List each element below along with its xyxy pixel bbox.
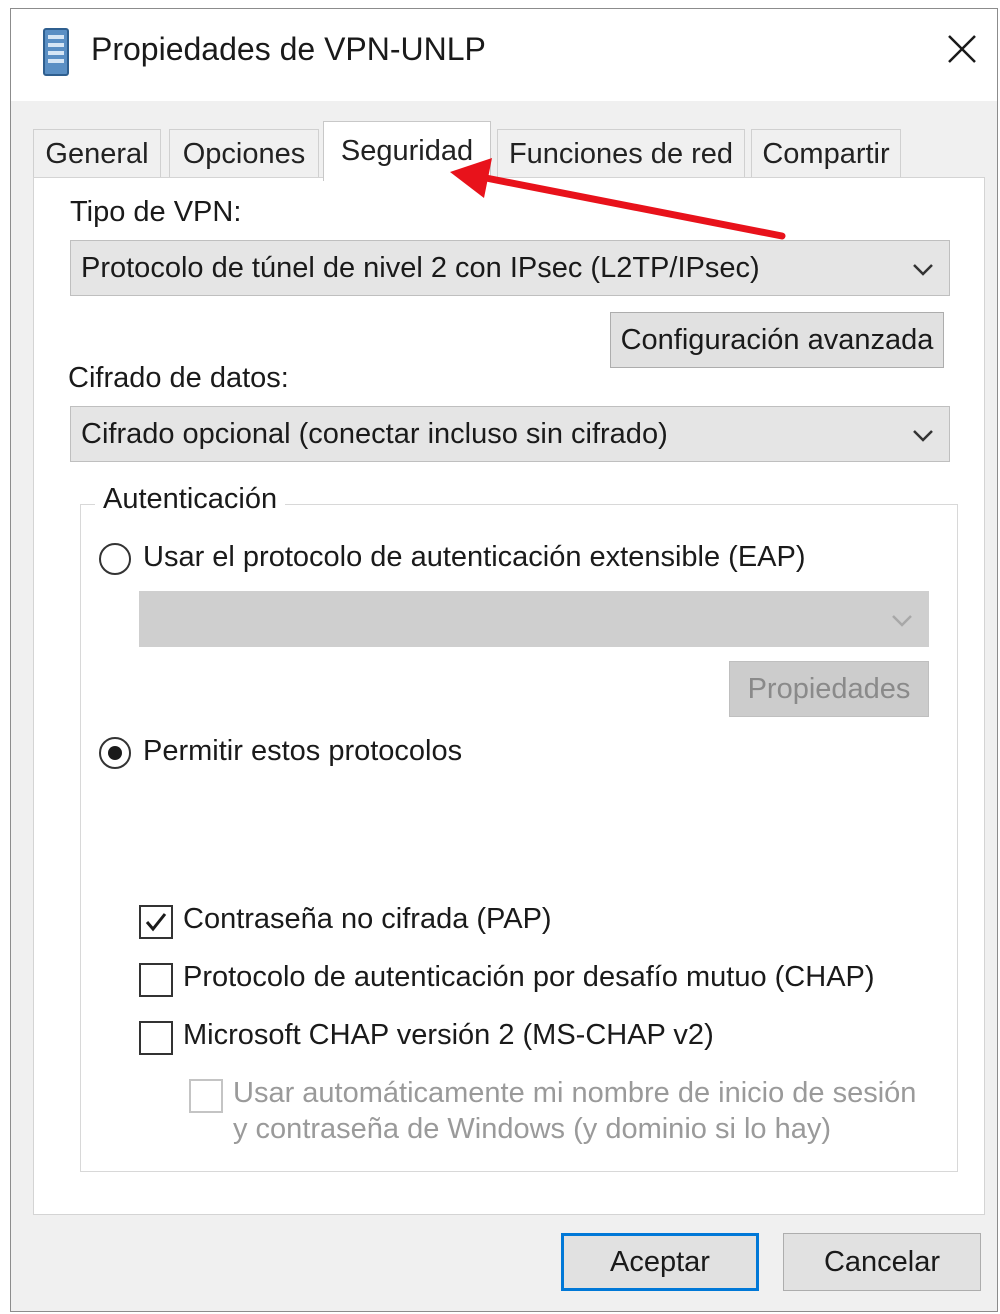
close-button[interactable]	[927, 9, 997, 89]
advanced-settings-button[interactable]: Configuración avanzada	[610, 312, 944, 368]
eap-method-select	[139, 591, 929, 647]
tab-opciones[interactable]: Opciones	[169, 129, 319, 179]
eap-radio[interactable]	[99, 543, 131, 575]
tab-general[interactable]: General	[33, 129, 161, 179]
allow-protocols-label: Permitir estos protocolos	[143, 735, 463, 767]
eap-radio-label: Usar el protocolo de autenticación exten…	[143, 541, 806, 573]
tab-seguridad[interactable]: Seguridad	[323, 121, 491, 181]
vpn-type-select[interactable]: Protocolo de túnel de nivel 2 con IPsec …	[70, 240, 950, 296]
windows-logon-checkbox	[189, 1079, 223, 1113]
security-tab-panel: Tipo de VPN: Protocolo de túnel de nivel…	[33, 177, 985, 1215]
close-icon	[948, 35, 976, 63]
chevron-down-icon	[892, 615, 912, 627]
ok-button[interactable]: Aceptar	[561, 1233, 759, 1291]
allow-protocols-radio[interactable]	[99, 737, 131, 769]
tab-funciones-de-red[interactable]: Funciones de red	[497, 129, 745, 179]
mschap-v2-checkbox[interactable]	[139, 1021, 173, 1055]
radio-selected-dot	[108, 746, 122, 760]
chap-checkbox[interactable]	[139, 963, 173, 997]
chap-checkbox-label: Protocolo de autenticación por desafío m…	[183, 961, 875, 993]
windows-logon-label-line1: Usar automáticamente mi nombre de inicio…	[233, 1077, 917, 1109]
vpn-type-label: Tipo de VPN:	[70, 196, 242, 228]
title-bar: Propiedades de VPN-UNLP	[11, 9, 997, 101]
pap-checkbox[interactable]	[139, 905, 173, 939]
eap-properties-button: Propiedades	[729, 661, 929, 717]
tab-compartir[interactable]: Compartir	[751, 129, 901, 179]
cancel-button[interactable]: Cancelar	[783, 1233, 981, 1291]
chevron-down-icon	[913, 264, 933, 276]
chevron-down-icon	[913, 430, 933, 442]
dialog-window: Propiedades de VPN-UNLP General Opciones…	[10, 8, 998, 1312]
encryption-value: Cifrado opcional (conectar incluso sin c…	[81, 417, 668, 450]
checkmark-icon	[145, 913, 167, 932]
network-connection-icon	[41, 27, 71, 77]
authentication-group-title: Autenticación	[95, 483, 286, 516]
encryption-label: Cifrado de datos:	[68, 362, 289, 394]
mschap-v2-checkbox-label: Microsoft CHAP versión 2 (MS-CHAP v2)	[183, 1019, 714, 1051]
vpn-type-value: Protocolo de túnel de nivel 2 con IPsec …	[81, 251, 760, 284]
authentication-group: Autenticación Usar el protocolo de auten…	[80, 483, 958, 1172]
encryption-select[interactable]: Cifrado opcional (conectar incluso sin c…	[70, 406, 950, 462]
window-title: Propiedades de VPN-UNLP	[91, 31, 486, 67]
pap-checkbox-label: Contraseña no cifrada (PAP)	[183, 903, 552, 935]
windows-logon-label-line2: y contraseña de Windows (y dominio si lo…	[233, 1113, 831, 1145]
